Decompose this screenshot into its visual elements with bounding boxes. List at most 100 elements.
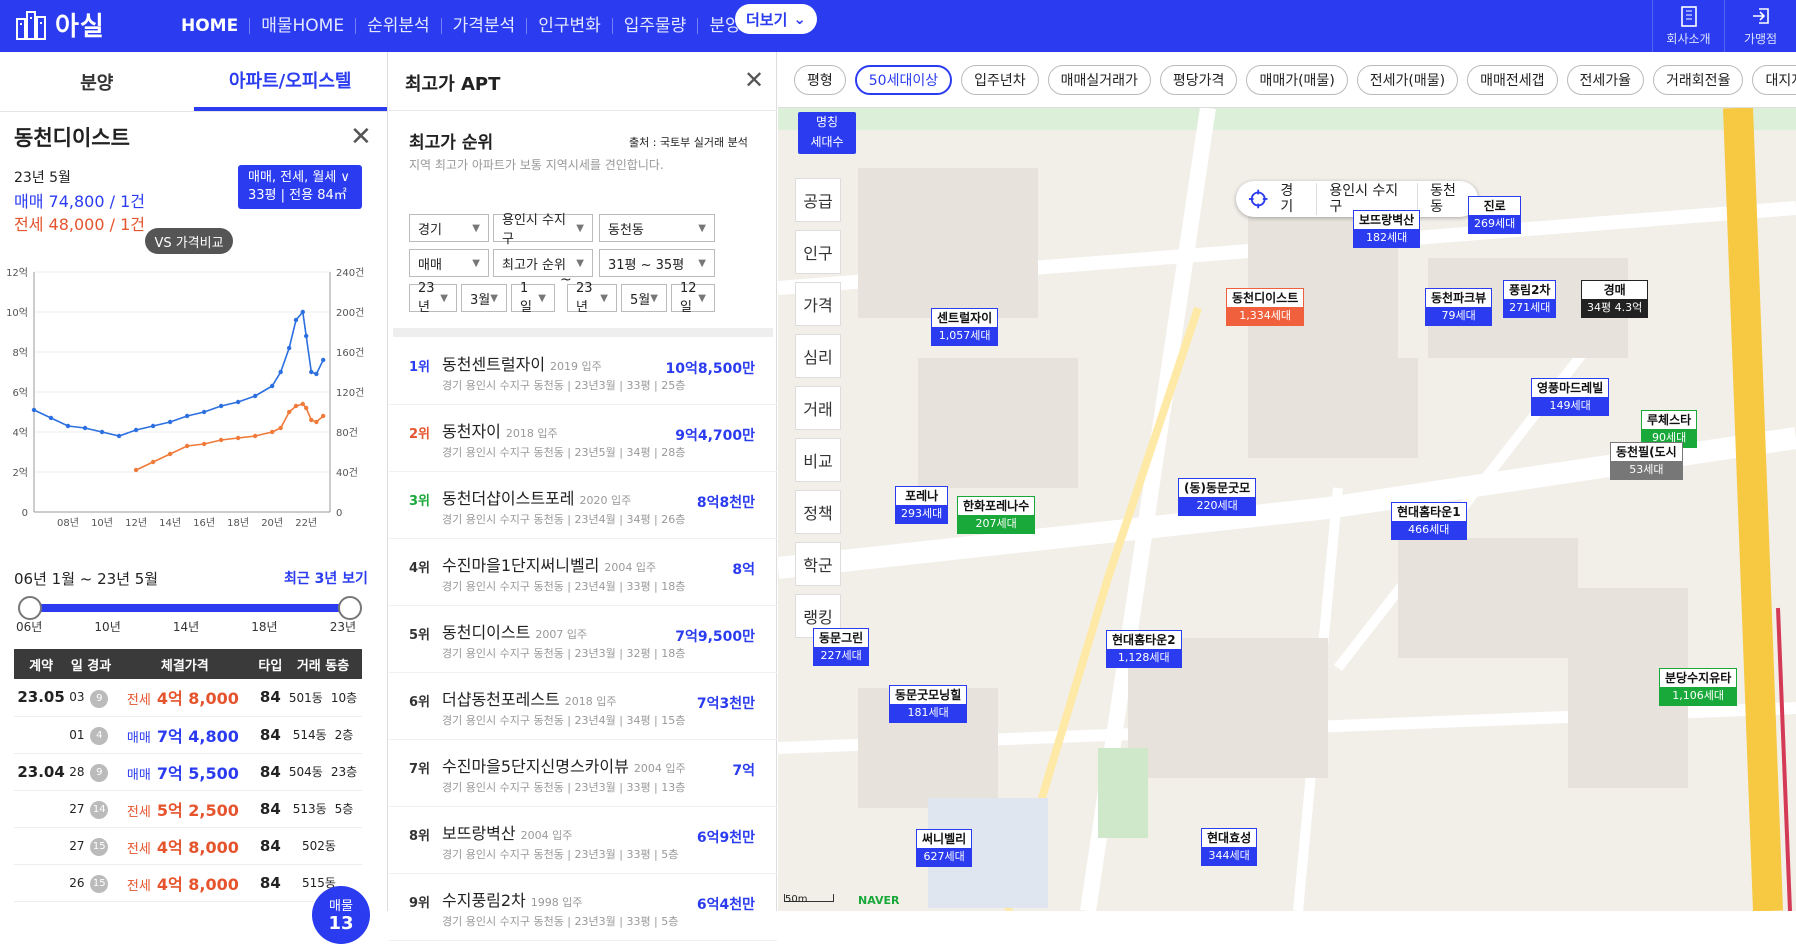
apartment-marker[interactable]: 분당수지유타 1,106세대	[1659, 668, 1738, 706]
table-row[interactable]: 26 15 전세 4억 8,000 84 515동	[14, 864, 362, 902]
apartment-marker[interactable]: 동천필(도시 53세대	[1610, 442, 1683, 480]
apartment-marker[interactable]: 현대홈타운1 466세대	[1391, 502, 1467, 540]
filter-chip[interactable]: 전세가율	[1566, 64, 1645, 95]
label-toggle-button[interactable]: 명칭 세대수	[798, 112, 856, 154]
map-tool-button[interactable]: 정책	[795, 490, 841, 534]
table-row[interactable]: 01 4 매매 7억 4,800 84 514동 2층	[14, 716, 362, 754]
apartment-marker[interactable]: 써니벨리 627세대	[916, 829, 973, 867]
top-price-panel: 최고가 APT ✕ 최고가 순위 출처 : 국토부 실거래 분석 지역 최고가 …	[389, 52, 777, 941]
list-item[interactable]: 4위 수진마을1단지써니벨리 2004 입주 경기 용인시 수지구 동천동 | 23년…	[389, 539, 777, 606]
filter-select[interactable]: 1일 ▼	[511, 281, 555, 315]
apartment-marker[interactable]: 한화포레나수 207세대	[957, 496, 1036, 534]
filter-select[interactable]: 동천동 ▼	[599, 214, 715, 242]
franchise-link[interactable]: 가맹점	[1724, 0, 1796, 52]
menu-supply[interactable]: 입주물량	[611, 18, 698, 35]
apartment-marker[interactable]: 동문굿모닝힐 181세대	[889, 685, 968, 723]
close-icon[interactable]: ✕	[350, 122, 372, 152]
deal-kind: 매매	[126, 767, 151, 783]
filter-chip[interactable]: 50세대이상	[854, 64, 953, 95]
apartment-marker[interactable]: 동문그린 227세대	[813, 628, 870, 666]
apartment-marker[interactable]: 포레나 293세대	[895, 486, 949, 524]
menu-rank-analysis[interactable]: 순위분석	[355, 18, 441, 35]
table-header-row: 계약 일 경과 체결가격 타입 거래 동층	[14, 649, 362, 679]
more-button[interactable]: 더보기 ⌄	[735, 4, 817, 34]
filter-select[interactable]: 5월 ▼	[621, 284, 667, 312]
filter-select[interactable]: 경기 ▼	[409, 214, 489, 242]
filter-chip[interactable]: 매매전세갭	[1467, 64, 1558, 95]
apartment-marker[interactable]: 풍림2차 271세대	[1503, 280, 1557, 318]
filter-select[interactable]: 용인시 수지구 ▼	[493, 213, 593, 247]
apartment-marker[interactable]: 동천파크뷰 79세대	[1425, 288, 1493, 326]
menu-home[interactable]: HOME	[170, 18, 249, 35]
filter-chip[interactable]: 평당가격	[1159, 64, 1238, 95]
list-item[interactable]: 9위 수지풍림2차 1998 입주 경기 용인시 수지구 동천동 | 23년3월 | …	[389, 874, 777, 941]
deal-type-selector[interactable]: 매매, 전세, 월세 ∨ 33평 | 전용 84㎡	[238, 165, 362, 209]
map-tool-button[interactable]: 비교	[795, 438, 841, 482]
filter-select[interactable]: 3월 ▼	[461, 284, 507, 312]
menu-maemul-home[interactable]: 매물HOME	[249, 18, 355, 35]
apartment-marker[interactable]: 현대홈타운2 1,128세대	[1106, 630, 1182, 668]
map-tool-button[interactable]: 인구	[795, 230, 841, 274]
filter-select[interactable]: 23년 ▼	[567, 281, 617, 315]
filter-select[interactable]: 12일 ▼	[671, 281, 715, 315]
filter-chip[interactable]: 입주년차	[961, 64, 1039, 95]
map-tool-button[interactable]: 심리	[795, 334, 841, 378]
apartment-marker[interactable]: 영풍마드레빌 149세대	[1531, 378, 1610, 416]
price-cell: 전세 5억 2,500	[112, 790, 257, 828]
list-item[interactable]: 5위 동천디이스트 2007 입주 경기 용인시 수지구 동천동 | 23년3월 | …	[389, 606, 777, 673]
map-area[interactable]: 평형 50세대이상 입주년차 매매실거래가 평당가격 매매가(매물) 전세가(매물) 매매전세…	[778, 52, 1796, 911]
recent-3years-button[interactable]: 최근 3년 보기	[284, 568, 368, 588]
map-tool-button[interactable]: 가격	[795, 282, 841, 326]
filter-select[interactable]: 23년 ▼	[409, 281, 457, 315]
logo[interactable]: 아실	[15, 6, 105, 43]
apt-details: 경기 용인시 수지구 동천동 | 23년3월 | 33평 | 13층	[442, 781, 686, 794]
tab-apartment-officetel[interactable]: 아파트/오피스텔	[193, 52, 387, 111]
filter-select[interactable]: 31평 ~ 35평 ▼	[599, 249, 715, 277]
list-item[interactable]: 2위 동천자이 2018 입주 경기 용인시 수지구 동천동 | 23년5월 | 34…	[389, 405, 777, 472]
list-item[interactable]: 7위 수진마을5단지신명스카이뷰 2004 입주 경기 용인시 수지구 동천동 | 2…	[389, 740, 777, 807]
apartment-marker[interactable]: 현대효성 344세대	[1201, 828, 1258, 866]
table-row[interactable]: 27 15 전세 4억 8,000 84 502동	[14, 827, 362, 865]
table-row[interactable]: 27 14 전세 5억 2,500 84 513동 5층	[14, 790, 362, 828]
filter-select[interactable]: 최고가 순위 ▼	[493, 249, 593, 277]
company-link[interactable]: 회사소개	[1652, 0, 1724, 52]
location-province[interactable]: 경기	[1268, 183, 1316, 215]
apt-details: 경기 용인시 수지구 동천동 | 23년3월 | 33평 | 25층	[442, 379, 686, 392]
apartment-marker[interactable]: 동천디이스트 1,334세대	[1226, 288, 1305, 326]
listings-button[interactable]: 매물 13	[312, 886, 370, 944]
table-row[interactable]: 23.04 28 9 매매 7억 5,500 84 504동 23층	[14, 753, 362, 791]
map-tool-button[interactable]: 거래	[795, 386, 841, 430]
top-price: 7억	[732, 763, 755, 779]
menu-price-analysis[interactable]: 가격분석	[440, 18, 527, 35]
slider-start-handle[interactable]	[18, 596, 42, 620]
period-slider[interactable]	[18, 596, 362, 620]
close-icon[interactable]: ✕	[744, 66, 764, 94]
filter-select[interactable]: 매매 ▼	[409, 249, 489, 277]
crosshair-icon[interactable]	[1248, 188, 1268, 210]
tab-presale[interactable]: 분양	[0, 52, 194, 111]
map-tool-button[interactable]: 공급	[795, 178, 841, 222]
filter-chip[interactable]: 전세가(매물)	[1356, 64, 1459, 95]
menu-population[interactable]: 인구변화	[526, 18, 612, 35]
list-item[interactable]: 6위 더샵동천포레스트 2018 입주 경기 용인시 수지구 동천동 | 23년4월 …	[389, 673, 777, 740]
dropdown-arrow-icon: ▼	[576, 222, 584, 234]
list-item[interactable]: 3위 동천더샵이스트포레 2020 입주 경기 용인시 수지구 동천동 | 23년4월…	[389, 472, 777, 539]
deal-floor: 10층	[330, 690, 358, 705]
map-tool-button[interactable]: 학군	[795, 542, 841, 586]
filter-chip[interactable]: 매매가(매물)	[1246, 64, 1348, 95]
filter-chip[interactable]: 대지지분	[1752, 64, 1796, 95]
table-row[interactable]: 23.05 03 9 전세 4억 8,000 84 501동 10층	[14, 679, 362, 717]
apartment-marker[interactable]: 진로 269세대	[1468, 196, 1522, 234]
apartment-marker[interactable]: (동)동문굿모 220세대	[1178, 478, 1257, 516]
apartment-marker[interactable]: 센트럴자이 1,057세대	[931, 308, 999, 346]
divider	[393, 328, 773, 337]
slider-end-handle[interactable]	[338, 596, 362, 620]
list-item[interactable]: 1위 동천센트럴자이 2019 입주 경기 용인시 수지구 동천동 | 23년3월 |…	[389, 338, 777, 405]
filter-chip[interactable]: 매매실거래가	[1047, 64, 1151, 95]
data-point-jeonse	[320, 413, 326, 419]
apartment-marker[interactable]: 보뜨랑벽산 182세대	[1353, 210, 1421, 248]
filter-chip[interactable]: 평형	[794, 64, 846, 95]
apartment-marker[interactable]: 경매 34평 4.3억	[1581, 280, 1649, 318]
filter-chip[interactable]: 거래회전율	[1653, 64, 1744, 95]
list-item[interactable]: 8위 보뜨랑벽산 2004 입주 경기 용인시 수지구 동천동 | 23년3월 | 3…	[389, 807, 777, 874]
